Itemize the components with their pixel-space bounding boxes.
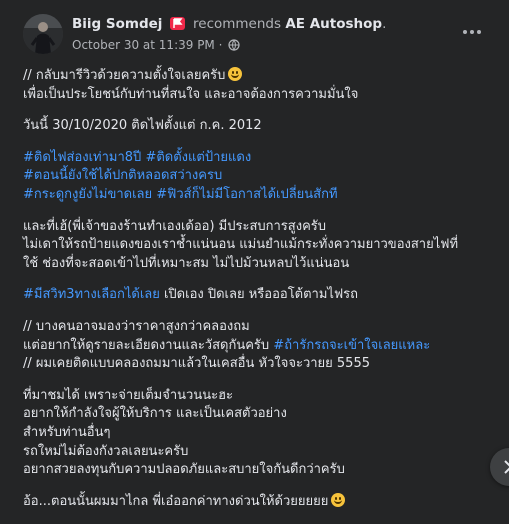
text-line: เพื่อเป็นประโยชน์กับท่านที่สนใจ และอาจต้…	[23, 86, 359, 102]
more-dot	[463, 30, 467, 34]
meta-separator: ·	[218, 38, 223, 52]
page-name-link[interactable]: AE Autoshop	[285, 16, 382, 32]
hashtag-link[interactable]: #มีสวิท3ทางเลือกได้เลย	[23, 287, 160, 302]
author-name[interactable]: Biig Somdej	[72, 16, 162, 32]
text-line: อยากสวยลงทุนกับความปลอดภัยและสบายใจกันดี…	[23, 462, 345, 478]
paragraph-switch: #มีสวิท3ทางเลือกได้เลย เปิดเอง ปิดเลย หร…	[23, 286, 493, 305]
paragraph-price: // บางคนอาจมองว่าราคาสูงกว่าคลองถม แต่อย…	[23, 318, 493, 374]
text-line: ใช้ ช่องที่จะสอดเข้าไปที่เหมาะสม ไม่ไปม้…	[23, 255, 350, 271]
text-line: อ้อ...ตอนนั้นผมมาไกล พี่เอ๋ออกค่าทางด่วน…	[23, 492, 493, 512]
page-name-suffix: .	[382, 16, 387, 32]
text-line: รถใหม่ไม่ต้องกังวลเลยนะครับ	[23, 443, 189, 459]
text-line: #มีสวิท3ทางเลือกได้เลย เปิดเอง ปิดเลย หร…	[23, 286, 493, 305]
text-line: สำหรับท่านอื่นๆ	[23, 424, 111, 440]
post-header: Biig Somdej recommends AE Autoshop. Octo…	[0, 0, 509, 58]
paragraph-experience: และที่เฮ้(พี่เจ้าของร้านทำเองเด้ออ) มีปร…	[23, 218, 493, 274]
text-line: ไม่เดาให้รถป้ายแดงของเราช้ำแน่นอน แม่นยำ…	[23, 237, 459, 253]
paragraph-support: ที่มาชมได้ เพราะจ่ายเต็มจำนวนนะฮะ อยากให…	[23, 387, 493, 480]
more-options-icon[interactable]	[456, 20, 488, 44]
recommend-flag-icon	[169, 17, 185, 30]
post-card: Biig Somdej recommends AE Autoshop. Octo…	[0, 0, 509, 509]
text-line: อยากให้กำลังใจผู้ให้บริการ และเป็นเคสตัว…	[23, 406, 287, 422]
hashtag-line[interactable]: #ตอนนี้ยังใช้ได้ปกติหลอดสว่างครบ	[23, 167, 493, 186]
globe-icon[interactable]	[228, 39, 240, 54]
hashtag-line[interactable]: #กระดูกงูยังไม่ขาดเลย #ฟิวส์ก็ไม่มีโอกาส…	[23, 186, 493, 205]
text-line: แต่อยากให้ดูรายละเอียดงานและวัสดุกันครับ…	[23, 337, 493, 356]
post-meta: October 30 at 11:39 PM ·	[72, 38, 240, 54]
text-line: วันนี้ 30/10/2020 ติดไฟตั้งแต่ ก.ค. 2012	[23, 118, 262, 134]
text-line: // บางคนอาจมองว่าราคาสูงกว่าคลองถม	[23, 318, 250, 334]
hashtag-line[interactable]: #ติดไฟส่องเท่ามา8ปี #ติดตั้งแต่ป้ายแดง	[23, 149, 493, 168]
text-line: ที่มาชมได้ เพราะจ่ายเต็มจำนวนนะฮะ	[23, 387, 233, 403]
paragraph-closing: อ้อ...ตอนนั้นผมมาไกล พี่เอ๋ออกค่าทางด่วน…	[23, 492, 493, 512]
grinning-face-emoji	[228, 67, 243, 81]
paragraph-hashtags: #ติดไฟส่องเท่ามา8ปี #ติดตั้งแต่ป้ายแดง #…	[23, 149, 493, 205]
text-segment: เปิดเอง ปิดเลย หรือออโต้ตามไฟรถ	[159, 287, 359, 303]
more-dot	[470, 30, 474, 34]
paragraph-date: วันนี้ 30/10/2020 ติดไฟตั้งแต่ ก.ค. 2012	[23, 117, 493, 136]
text-segment: // กลับมารีวิวด้วยความตั้งใจเลยครับ	[23, 68, 226, 83]
post-title-line: Biig Somdej recommends AE Autoshop.	[72, 16, 386, 32]
more-dot	[477, 30, 481, 34]
paragraph-intro: // กลับมารีวิวด้วยความตั้งใจเลยครับ เพื่…	[23, 67, 493, 104]
recommends-label: recommends	[193, 16, 282, 32]
text-line: // ผมเคยติดแบบคลองถมมาแล้วในเคสอื่น หัวใ…	[23, 356, 370, 372]
text-line: และที่เฮ้(พี่เจ้าของร้านทำเองเด้ออ) มีปร…	[23, 218, 326, 234]
avatar[interactable]	[23, 14, 63, 54]
hashtag-link[interactable]: #ถ้ารักรถจะเข้าใจเลยแหละ	[273, 338, 430, 353]
text-segment: แต่อยากให้ดูรายละเอียดงานและวัสดุกันครับ	[23, 337, 274, 353]
post-timestamp[interactable]: October 30 at 11:39 PM	[72, 38, 215, 52]
avatar-photo	[23, 14, 63, 54]
post-body: // กลับมารีวิวด้วยความตั้งใจเลยครับ เพื่…	[23, 67, 493, 524]
text-line: // กลับมารีวิวด้วยความตั้งใจเลยครับ	[23, 67, 493, 86]
text-segment: อ้อ...ตอนนั้นผมมาไกล พี่เอ๋ออกค่าทางด่วน…	[23, 493, 329, 509]
grinning-face-emoji	[331, 492, 346, 507]
